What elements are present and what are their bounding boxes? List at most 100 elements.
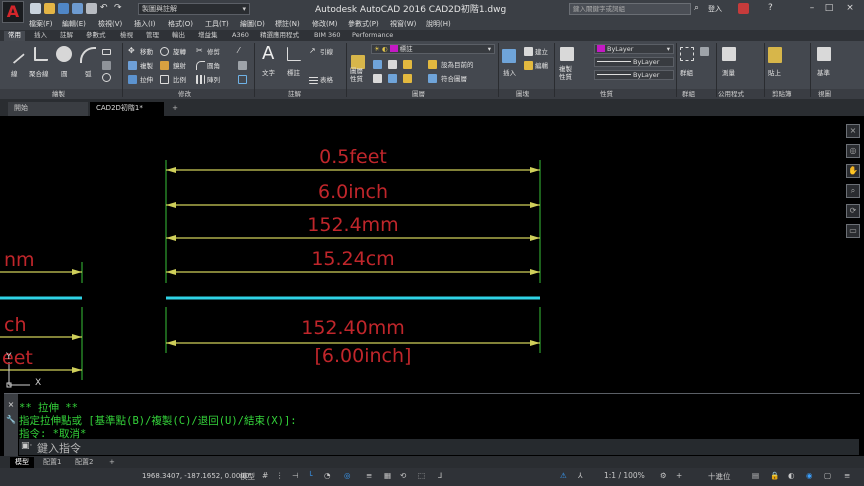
drawing-canvas[interactable]: 0.5feet 6.0inch 152.4mm 15.24cm 152.40mm…	[0, 116, 864, 393]
tab-performance[interactable]: Performance	[348, 31, 397, 41]
file-tab-start[interactable]: 開始	[8, 102, 88, 116]
fillet-icon[interactable]	[196, 61, 205, 70]
mirror-button[interactable]: 鏡射	[173, 60, 186, 70]
dim-text-inch[interactable]: 6.0inch	[318, 181, 388, 203]
scale-button[interactable]: 比例	[173, 74, 186, 84]
panel-label-layers[interactable]: 圖層	[412, 89, 425, 99]
selection-cycling-icon[interactable]: ⟲	[400, 471, 406, 480]
menu-insert[interactable]: 插入(I)	[134, 19, 156, 29]
match-layer-icon[interactable]	[428, 74, 437, 83]
paste-icon[interactable]	[768, 47, 782, 63]
ortho-icon[interactable]: └	[308, 471, 313, 480]
dynamic-ucs-icon[interactable]: ⅃	[438, 471, 442, 480]
arc-icon[interactable]	[80, 47, 96, 63]
text-button[interactable]: 文字	[262, 67, 275, 77]
hardware-acceleration-icon[interactable]: ◉	[806, 471, 813, 480]
menu-parametric[interactable]: 參數式(P)	[348, 19, 379, 29]
command-line-grip[interactable]: × 🔧	[4, 394, 18, 456]
dim-text-left-inch[interactable]: ch	[4, 314, 27, 336]
undo-icon[interactable]: ↶	[100, 3, 111, 14]
layout-tab-add[interactable]: +	[104, 457, 120, 468]
polyline-button[interactable]: 聚合線	[29, 68, 49, 78]
zoom-icon[interactable]: ⌕	[846, 184, 860, 198]
help-icon[interactable]: ?	[768, 3, 779, 14]
arc-button[interactable]: 弧	[85, 68, 92, 78]
edit-block-icon[interactable]	[524, 61, 533, 70]
tab-annotate[interactable]: 註解	[56, 31, 77, 41]
command-prompt-icon[interactable]: ▣·	[21, 441, 32, 451]
array-button[interactable]: 陣列	[207, 74, 220, 84]
file-tab-drawing[interactable]: CAD2D初階1*	[90, 102, 164, 116]
scale-icon[interactable]	[160, 75, 169, 84]
panel-label-utilities[interactable]: 公用程式	[718, 89, 744, 99]
lineweight-icon[interactable]: ≡	[366, 471, 372, 480]
layer-tool-icon-4[interactable]	[373, 74, 382, 83]
annotation-scale-value[interactable]: 1:1 / 100%	[604, 471, 645, 480]
panel-label-draw[interactable]: 繪製	[52, 89, 65, 99]
fillet-button[interactable]: 圓角	[207, 60, 220, 70]
open-icon[interactable]	[44, 3, 55, 14]
close-button[interactable]: ×	[843, 2, 857, 15]
layout-tab-layout1[interactable]: 配置1	[38, 457, 66, 468]
layer-tool-icon-2[interactable]	[388, 60, 397, 69]
match-properties-icon[interactable]	[560, 47, 574, 61]
tab-manage[interactable]: 管理	[142, 31, 163, 41]
match-layer-button[interactable]: 符合圖層	[441, 73, 467, 83]
quick-properties-icon[interactable]: ▤	[752, 471, 759, 480]
line-button[interactable]: 線	[11, 68, 18, 78]
navbar-close-icon[interactable]: ×	[846, 124, 860, 138]
panel-label-block[interactable]: 圖塊	[516, 89, 529, 99]
coordinate-readout[interactable]: 1968.3407, -187.1652, 0.0000	[142, 472, 249, 480]
panel-label-modify[interactable]: 修改	[178, 89, 191, 99]
polar-icon[interactable]: ◔	[324, 471, 331, 480]
menu-dimension[interactable]: 標註(N)	[275, 19, 300, 29]
create-block-icon[interactable]	[524, 47, 533, 56]
tab-view[interactable]: 檢視	[116, 31, 137, 41]
tab-addins[interactable]: 增益集	[194, 31, 222, 41]
layer-select[interactable]: ☀ ◐ 標註 ▾	[371, 44, 495, 54]
tab-bim360[interactable]: BIM 360	[310, 31, 344, 41]
units-value[interactable]: 十進位	[708, 471, 731, 482]
model-space-button[interactable]: 模型	[240, 471, 255, 482]
redo-icon[interactable]: ↷	[114, 3, 125, 14]
color-select[interactable]: ByLayer ▾	[594, 44, 674, 54]
move-button[interactable]: 移動	[140, 46, 153, 56]
maximize-button[interactable]: □	[822, 2, 836, 15]
tab-a360[interactable]: A360	[228, 31, 253, 41]
table-icon[interactable]	[309, 75, 318, 84]
command-input[interactable]: ▣· 鍵入指令	[19, 439, 859, 455]
orbit-icon[interactable]: ⟳	[846, 204, 860, 218]
search-input[interactable]: 鍵入關鍵字或詞組	[569, 3, 691, 15]
dim-text-alternate[interactable]: [6.00inch]	[315, 345, 412, 367]
create-block-button[interactable]: 建立	[535, 46, 548, 56]
lock-ui-icon[interactable]: 🔒	[770, 471, 779, 480]
edit-block-button[interactable]: 編輯	[535, 60, 548, 70]
layer-tool-icon-5[interactable]	[388, 74, 397, 83]
panel-label-groups[interactable]: 群組	[682, 89, 695, 99]
layer-tool-icon-6[interactable]	[403, 74, 412, 83]
rotate-icon[interactable]	[160, 47, 169, 56]
application-menu-button[interactable]: A	[2, 1, 24, 23]
explode-icon[interactable]	[238, 61, 247, 70]
print-icon[interactable]	[86, 3, 97, 14]
tab-insert[interactable]: 插入	[30, 31, 51, 41]
rotate-button[interactable]: 旋轉	[173, 46, 186, 56]
save-as-icon[interactable]	[72, 3, 83, 14]
mirror-icon[interactable]	[160, 61, 169, 70]
copy-button[interactable]: 複製	[140, 60, 153, 70]
leader-button[interactable]: 引線	[320, 46, 333, 56]
table-button[interactable]: 表格	[320, 74, 333, 84]
menu-modify[interactable]: 修改(M)	[312, 19, 338, 29]
snap-icon[interactable]: ⋮	[276, 471, 284, 480]
panel-label-properties[interactable]: 性質	[600, 89, 613, 99]
menu-tools[interactable]: 工具(T)	[205, 19, 229, 29]
trim-icon[interactable]: ✂	[196, 47, 205, 56]
insert-block-icon[interactable]	[502, 49, 516, 63]
clean-screen-icon[interactable]: ▢	[824, 471, 831, 480]
text-icon[interactable]: A	[262, 43, 274, 64]
tab-parametric[interactable]: 參數式	[82, 31, 110, 41]
workspace-select[interactable]: 製圖與註解 ▾	[138, 3, 250, 15]
circle-button[interactable]: 圓	[61, 68, 68, 78]
annotation-monitor-icon[interactable]: ⚠	[560, 471, 567, 480]
menu-edit[interactable]: 編輯(E)	[62, 19, 86, 29]
